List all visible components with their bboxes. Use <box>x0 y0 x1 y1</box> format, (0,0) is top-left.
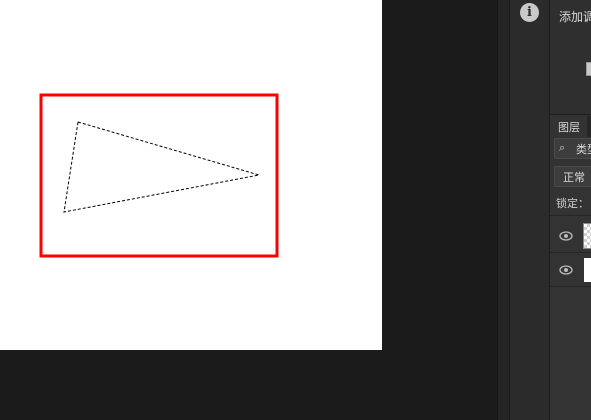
document-canvas[interactable] <box>0 0 382 350</box>
right-panel: 添加调 图层 ⌕ 类型 正常 锁定： <box>550 0 591 420</box>
search-icon: ⌕ <box>559 141 566 154</box>
tab-layers-label: 图层 <box>558 121 580 134</box>
canvas-svg <box>39 93 279 258</box>
layers-tabbar: 图层 <box>550 116 591 137</box>
divider <box>550 215 591 216</box>
document-workspace <box>0 0 497 420</box>
blend-mode-value: 正常 <box>563 171 585 184</box>
adjustments-panel: 添加调 <box>550 0 591 115</box>
eye-icon[interactable] <box>559 231 573 241</box>
layer-row-transparent[interactable] <box>550 219 591 253</box>
info-icon[interactable]: i <box>520 3 539 22</box>
lock-label: 锁定： <box>556 197 589 210</box>
adjustments-title: 添加调 <box>559 10 591 24</box>
adjustment-icon[interactable] <box>586 62 591 76</box>
layer-thumbnail <box>584 258 591 282</box>
layer-thumbnail <box>583 223 591 249</box>
layer-row-background[interactable] <box>550 253 591 287</box>
blend-mode-select[interactable]: 正常 <box>554 166 591 187</box>
tab-layers[interactable]: 图层 <box>550 116 587 137</box>
triangle-marquee-selection[interactable] <box>63 121 260 213</box>
panel-icon-strip: i <box>509 0 550 420</box>
eye-icon[interactable] <box>559 265 573 275</box>
filter-label: 类型 <box>576 143 591 156</box>
layer-filter-select[interactable]: ⌕ 类型 <box>554 138 591 159</box>
red-highlight-rectangle <box>39 93 279 258</box>
